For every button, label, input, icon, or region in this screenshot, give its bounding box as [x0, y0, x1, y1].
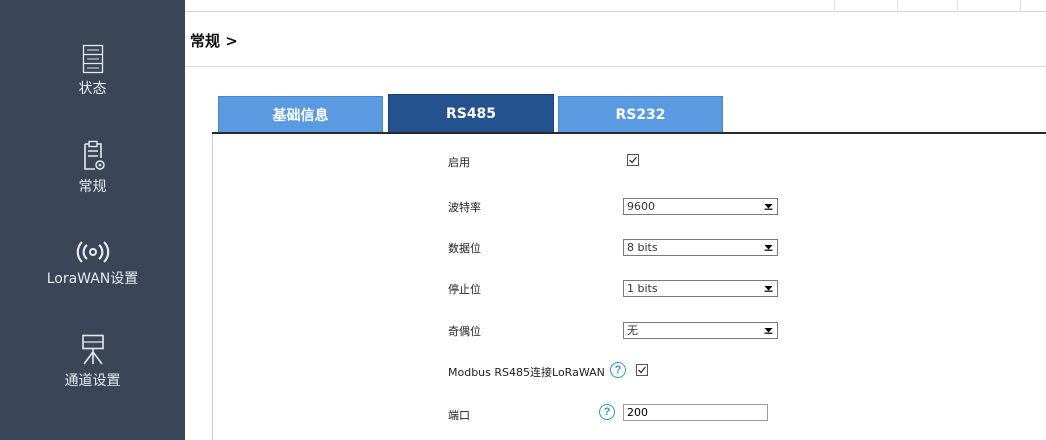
help-icon[interactable]: ?: [610, 362, 626, 378]
parity-value: 无: [627, 324, 638, 337]
data-bits-select[interactable]: 8 bits: [623, 239, 778, 256]
chevron-down-icon: [762, 282, 775, 295]
sidebar-item-label: 通道设置: [64, 373, 121, 389]
parity-label: 奇偶位: [448, 325, 481, 338]
top-bar-divider: [957, 0, 958, 12]
data-bits-value: 8 bits: [627, 241, 658, 254]
sidebar-item-channel[interactable]: 通道设置: [0, 334, 185, 390]
tab-rs485[interactable]: RS485: [388, 94, 554, 133]
sidebar-item-label: LoraWAN设置: [46, 271, 139, 287]
baud-rate-label: 波特率: [448, 201, 481, 214]
chevron-down-icon: [762, 241, 775, 254]
top-bar-divider: [1020, 0, 1021, 12]
breadcrumb[interactable]: 常规 >: [190, 30, 238, 51]
checkmark-icon: [629, 156, 638, 164]
stop-bits-label: 停止位: [448, 283, 481, 296]
enable-label: 启用: [448, 156, 470, 169]
enable-checkbox[interactable]: [627, 154, 639, 166]
sidebar-item-lorawan[interactable]: LoraWAN设置: [0, 240, 185, 288]
modbus-checkbox[interactable]: [636, 364, 648, 376]
breadcrumb-divider: [185, 66, 1046, 67]
chevron-down-icon: [762, 324, 775, 337]
data-bits-label: 数据位: [448, 242, 481, 255]
tab-rs232[interactable]: RS232: [558, 96, 723, 133]
sidebar-item-label: 状态: [78, 81, 107, 97]
parity-select[interactable]: 无: [623, 322, 778, 339]
sidebar-item-status[interactable]: 状态: [0, 44, 185, 98]
help-icon[interactable]: ?: [599, 404, 615, 420]
port-label: 端口: [448, 409, 470, 422]
stop-bits-select[interactable]: 1 bits: [623, 280, 778, 297]
network-channel-icon: [81, 334, 104, 365]
wireless-signal-icon: [76, 241, 109, 263]
top-bar-divider: [834, 0, 835, 12]
baud-rate-select[interactable]: 9600: [623, 198, 778, 215]
server-status-icon: [82, 44, 103, 74]
top-bar: [185, 0, 1046, 12]
stop-bits-value: 1 bits: [627, 282, 658, 295]
sidebar-item-label: 常规: [78, 179, 107, 195]
sidebar-item-general[interactable]: 常规: [0, 140, 185, 196]
checkmark-icon: [638, 366, 647, 374]
port-input[interactable]: [623, 404, 768, 421]
tab-basic-info[interactable]: 基础信息: [218, 96, 383, 133]
chevron-down-icon: [762, 200, 775, 213]
clipboard-gear-icon: [83, 140, 105, 170]
top-bar-divider: [897, 0, 898, 12]
baud-rate-value: 9600: [627, 200, 655, 213]
sidebar: 状态 常规 LoraWAN设置 通道设置: [0, 0, 185, 440]
modbus-label: Modbus RS485连接LoRaWAN: [448, 366, 605, 379]
